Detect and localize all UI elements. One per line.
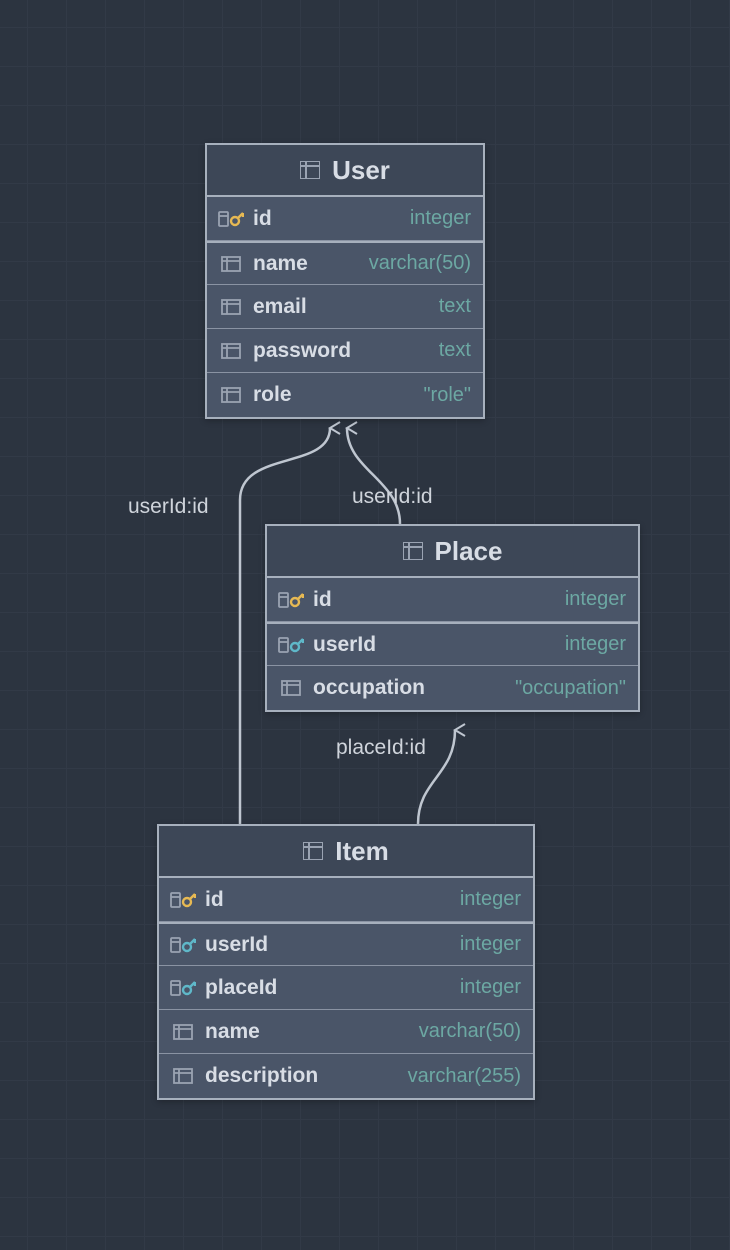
column-row[interactable]: name varchar(50) [159,1010,533,1054]
entity-header: User [207,145,483,197]
foreign-key-icon [169,936,197,954]
column-row[interactable]: id integer [207,197,483,241]
column-icon [169,1068,197,1084]
column-name: name [205,1020,260,1044]
column-name: email [253,295,307,319]
column-row[interactable]: occupation "occupation" [267,666,638,710]
column-row[interactable]: description varchar(255) [159,1054,533,1098]
relationship-label: placeId:id [336,736,426,760]
table-icon [303,842,323,860]
column-name: placeId [205,976,277,1000]
column-type: text [439,339,471,362]
table-icon [403,542,423,560]
column-row[interactable]: userId integer [159,922,533,966]
column-row[interactable]: name varchar(50) [207,241,483,285]
column-type: "occupation" [515,677,626,700]
column-type: integer [565,633,626,656]
column-row[interactable]: password text [207,329,483,373]
column-row[interactable]: role "role" [207,373,483,417]
column-type: integer [460,888,521,911]
column-type: varchar(255) [408,1065,521,1088]
entity-title: User [332,155,390,186]
entity-item[interactable]: Item id integer userId integer placeId i… [157,824,535,1100]
column-icon [217,256,245,272]
column-name: id [313,588,332,612]
foreign-key-icon [277,636,305,654]
column-name: id [253,207,272,231]
column-icon [277,680,305,696]
column-name: id [205,888,224,912]
column-type: varchar(50) [369,252,471,275]
entity-header: Item [159,826,533,878]
entity-user[interactable]: User id integer name varchar(50) email t… [205,143,485,419]
relationship-label: userId:id [352,485,433,509]
column-type: "role" [423,384,471,407]
column-type: varchar(50) [419,1020,521,1043]
column-name: userId [205,933,268,957]
column-icon [217,299,245,315]
column-row[interactable]: placeId integer [159,966,533,1010]
entity-title: Item [335,836,388,867]
entity-header: Place [267,526,638,578]
foreign-key-icon [169,979,197,997]
primary-key-icon [217,210,245,228]
entity-place[interactable]: Place id integer userId integer occupati… [265,524,640,712]
column-name: name [253,252,308,276]
column-type: text [439,295,471,318]
column-name: userId [313,633,376,657]
column-row[interactable]: email text [207,285,483,329]
column-row[interactable]: userId integer [267,622,638,666]
column-icon [217,387,245,403]
column-icon [169,1024,197,1040]
column-type: integer [410,207,471,230]
column-icon [217,343,245,359]
column-row[interactable]: id integer [159,878,533,922]
table-icon [300,161,320,179]
column-type: integer [565,588,626,611]
column-name: occupation [313,676,425,700]
primary-key-icon [277,591,305,609]
column-name: password [253,339,351,363]
column-row[interactable]: id integer [267,578,638,622]
entity-title: Place [435,536,503,567]
column-name: description [205,1064,318,1088]
column-name: role [253,383,292,407]
relationship-label: userId:id [128,495,209,519]
column-type: integer [460,933,521,956]
primary-key-icon [169,891,197,909]
column-type: integer [460,976,521,999]
